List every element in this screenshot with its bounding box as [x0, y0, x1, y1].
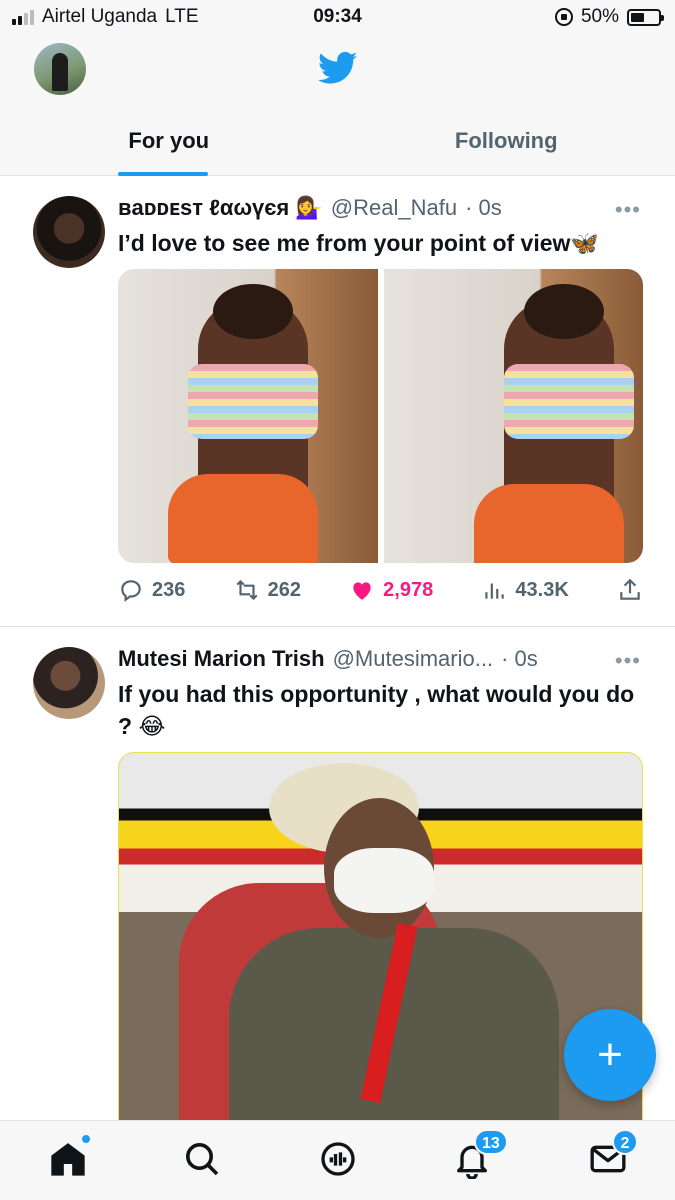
profile-avatar[interactable] — [34, 43, 86, 95]
battery-percent: 50% — [580, 6, 619, 27]
tweet-media[interactable] — [118, 269, 643, 563]
tab-for-you[interactable]: For you — [0, 120, 338, 176]
tab-for-you-label: For you — [128, 128, 210, 153]
tweet-actions: 236 262 2,978 43.3K — [118, 575, 643, 605]
tweet[interactable]: ʙaᴅᴅᴇsᴛ ℓαωүєя 💁‍♀️ @Real_Nafu · 0s ••• … — [0, 177, 675, 627]
retweet-button[interactable]: 262 — [234, 577, 301, 603]
nav-messages[interactable]: 2 — [588, 1129, 638, 1179]
tweet-author-name[interactable]: ʙaᴅᴅᴇsᴛ ℓαωүєя 💁‍♀️ — [118, 195, 323, 221]
tweet-author-avatar[interactable] — [33, 196, 105, 268]
like-count: 2,978 — [383, 578, 434, 601]
tweet-time: · 0s — [501, 646, 538, 671]
tweet-author-name[interactable]: Mutesi Marion Trish — [118, 646, 325, 672]
like-button[interactable]: 2,978 — [349, 577, 433, 603]
more-options-icon[interactable]: ••• — [615, 197, 641, 223]
tweet-header: Mutesi Marion Trish @Mutesimario... · 0s — [118, 646, 538, 672]
tweet-text: I’d love to see me from your point of vi… — [118, 230, 600, 256]
more-options-icon[interactable]: ••• — [615, 648, 641, 674]
tweet-photo[interactable] — [118, 269, 378, 563]
reply-icon — [121, 580, 141, 602]
tweet-author-avatar[interactable] — [33, 647, 105, 719]
tweet-time: · 0s — [465, 195, 502, 220]
heart-icon — [353, 582, 371, 600]
bottom-navigation: 13 2 — [0, 1120, 675, 1200]
tweet-author-handle[interactable]: @Real_Nafu — [331, 195, 457, 221]
tweet-photo[interactable] — [383, 269, 643, 563]
nav-home[interactable] — [48, 1133, 92, 1179]
compose-tweet-button[interactable]: + — [564, 1009, 656, 1101]
share-icon — [620, 578, 640, 600]
messages-badge: 2 — [612, 1129, 638, 1155]
views-button[interactable]: 43.3K — [481, 577, 569, 603]
tab-following[interactable]: Following — [338, 120, 675, 176]
reply-count: 236 — [152, 578, 186, 601]
notifications-badge: 13 — [474, 1129, 508, 1155]
timeline-tabs: For you Following — [0, 120, 675, 176]
tweet-text: If you had this opportunity , what would… — [118, 681, 635, 739]
status-right: 50% — [554, 6, 664, 28]
battery-icon — [627, 8, 664, 26]
status-bar: Airtel Uganda LTE 09:34 50% — [0, 0, 675, 36]
share-button[interactable] — [617, 577, 643, 603]
retweet-icon — [236, 580, 258, 600]
active-tab-indicator — [118, 172, 208, 176]
orientation-lock-icon — [554, 8, 573, 26]
tweet-header: ʙaᴅᴅᴇsᴛ ℓαωүєя 💁‍♀️ @Real_Nafu · 0s — [118, 195, 502, 221]
spaces-icon — [321, 1142, 355, 1176]
new-content-dot — [80, 1133, 92, 1145]
tab-following-label: Following — [454, 128, 558, 153]
twitter-bird-icon[interactable] — [314, 48, 362, 88]
nav-notifications[interactable]: 13 — [452, 1129, 508, 1180]
reply-button[interactable]: 236 — [118, 577, 185, 603]
top-header: For you Following — [0, 36, 675, 176]
search-icon — [186, 1143, 219, 1176]
tweet-author-handle[interactable]: @Mutesimario... — [333, 646, 493, 672]
plus-icon: + — [597, 1030, 623, 1079]
views-icon — [485, 583, 505, 599]
retweet-count: 262 — [267, 578, 301, 601]
view-count: 43.3K — [515, 578, 569, 601]
nav-spaces[interactable] — [318, 1139, 358, 1179]
nav-search[interactable] — [182, 1139, 222, 1179]
home-icon — [51, 1143, 85, 1176]
